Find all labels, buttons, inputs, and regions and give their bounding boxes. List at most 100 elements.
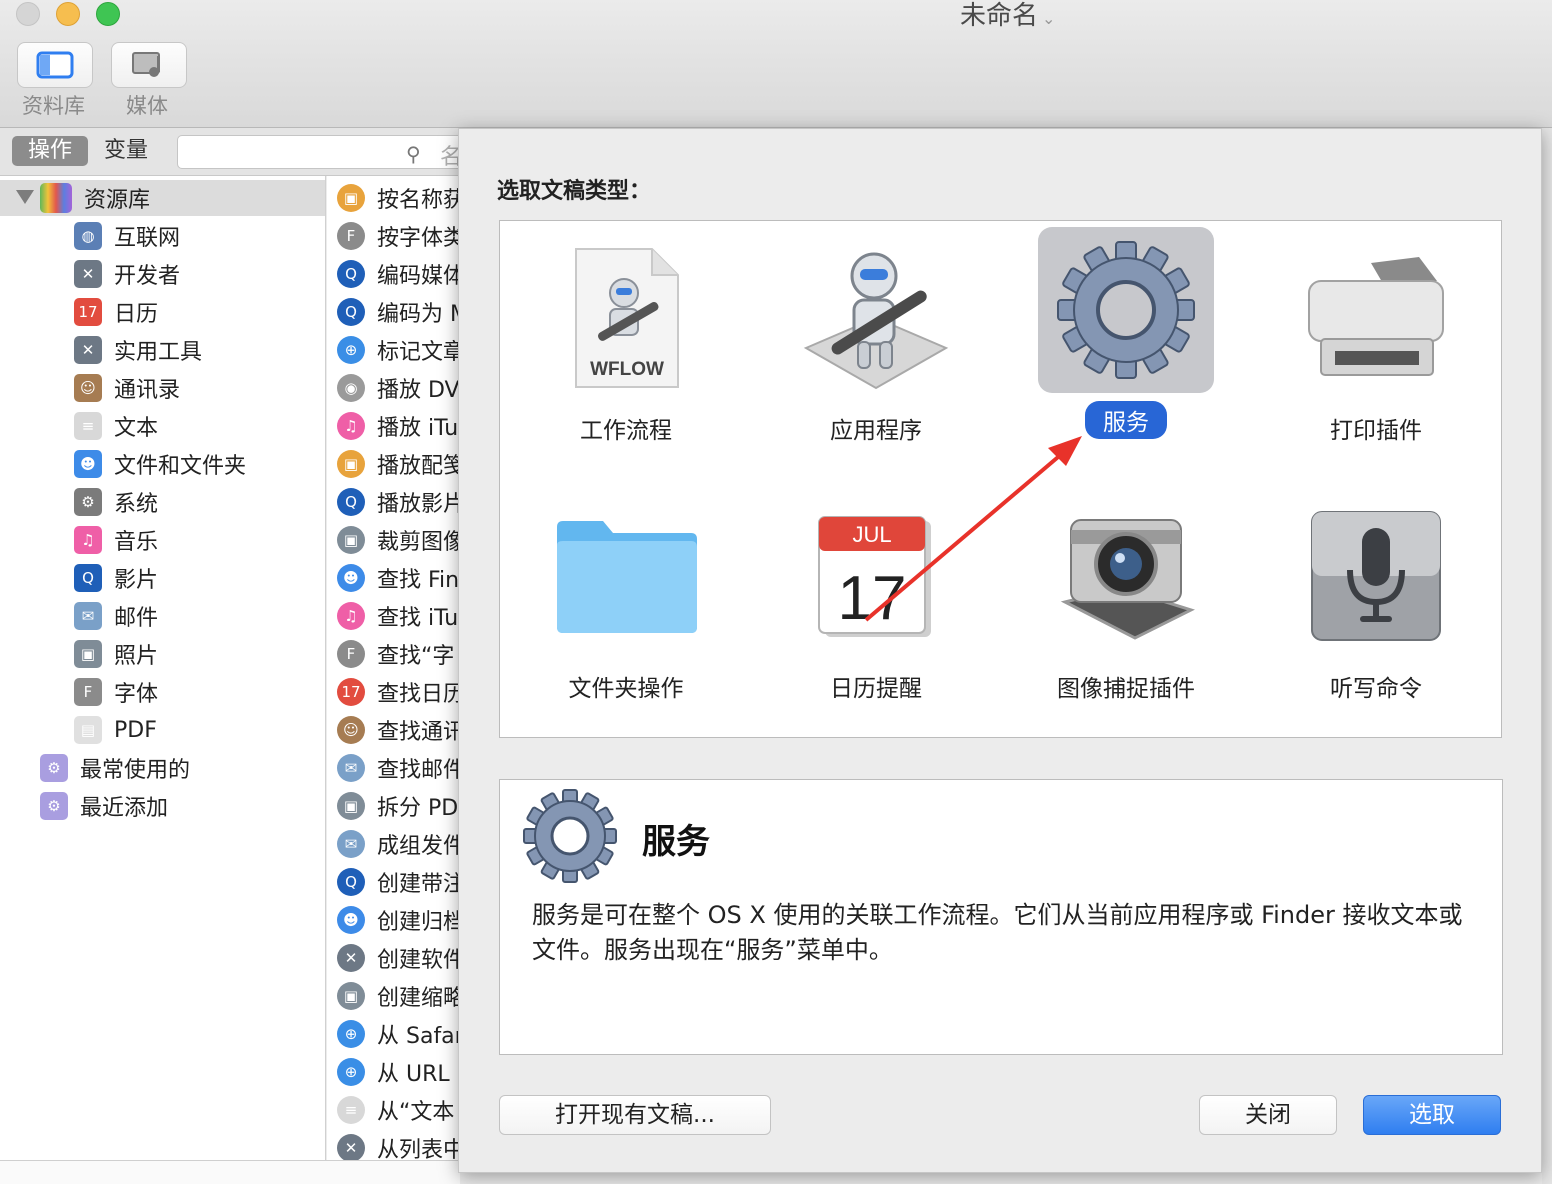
action-item-label: 查找 iTu <box>377 606 459 631</box>
action-item[interactable]: ▣ 播放配笺 <box>337 445 460 483</box>
window-titlebar: 未命名 ⌄ 资料库 媒体 <box>0 0 1552 128</box>
library-item[interactable]: ♫ 音乐 <box>74 521 158 559</box>
mail-icon: ✉ <box>337 754 365 782</box>
type-calendar-alarm[interactable]: JUL 17 日历提醒 <box>786 493 966 705</box>
type-label: 打印插件 <box>1330 418 1422 444</box>
calendar-day-text: 17 <box>838 564 907 633</box>
action-item[interactable]: 17 查找日历 <box>337 673 460 711</box>
action-item[interactable]: ▣ 裁剪图像 <box>337 521 460 559</box>
action-item[interactable]: ♫ 播放 iTu <box>337 407 458 445</box>
action-item[interactable]: ▣ 按名称获 <box>337 179 460 217</box>
type-print-plugin[interactable]: 打印插件 <box>1286 235 1466 447</box>
close-button[interactable]: 关闭 <box>1199 1095 1337 1135</box>
action-item[interactable]: F 按字体类 <box>337 217 460 255</box>
action-item[interactable]: ✕ 从列表中 <box>337 1129 460 1160</box>
action-item[interactable]: Q 编码媒体 <box>337 255 460 293</box>
type-label: 文件夹操作 <box>568 676 684 702</box>
type-label: 图像捕捉插件 <box>1057 676 1195 702</box>
action-item-label: 查找“字 <box>377 644 455 669</box>
action-item[interactable]: ≡ 从“文本 <box>337 1091 454 1129</box>
action-item-label: 创建归档 <box>377 910 460 935</box>
photos-icon: ▣ <box>337 450 365 478</box>
window-minimize-button[interactable] <box>56 2 80 26</box>
window-close-button[interactable] <box>16 2 40 26</box>
action-item-label: 编码媒体 <box>377 264 460 289</box>
action-item[interactable]: Q 播放影片 <box>337 483 460 521</box>
library-item[interactable]: 17 日历 <box>74 293 158 331</box>
action-item[interactable]: ◉ 播放 DV <box>337 369 460 407</box>
search-icon: ⚲ <box>406 142 421 166</box>
action-item[interactable]: ☻ 查找 Fin <box>337 559 459 597</box>
safari-icon: ⊕ <box>337 1058 365 1086</box>
action-item[interactable]: ▣ 创建缩略 <box>337 977 460 1015</box>
quicktime-icon: Q <box>337 298 365 326</box>
action-item-label: 创建带注 <box>377 872 460 897</box>
type-workflow[interactable]: WFLOW 工作流程 <box>536 235 716 447</box>
action-item[interactable]: ☻ 创建归档 <box>337 901 460 939</box>
gear-icon <box>523 789 617 883</box>
type-image-capture-plugin[interactable]: 图像捕捉插件 <box>1036 493 1216 705</box>
choose-button[interactable]: 选取 <box>1363 1095 1501 1135</box>
calendar-month-text: JUL <box>852 522 891 547</box>
font-icon: F <box>74 678 102 706</box>
action-item[interactable]: ✉ 成组发件 <box>337 825 460 863</box>
quicktime-icon: Q <box>337 260 365 288</box>
search-input[interactable]: ⚲ 名 <box>177 135 467 170</box>
calendar-icon: 17 <box>337 678 365 706</box>
library-item[interactable]: ⚙ 系统 <box>74 483 158 521</box>
action-item-label: 播放 DV <box>377 378 460 403</box>
action-item[interactable]: ☺ 查找通讯 <box>337 711 460 749</box>
action-item[interactable]: ✉ 查找邮件 <box>337 749 460 787</box>
library-item-label: 音乐 <box>114 530 159 555</box>
gear-icon: ⚙ <box>74 488 102 516</box>
action-item[interactable]: ✕ 创建软件 <box>337 939 460 977</box>
library-toggle-button[interactable] <box>17 42 93 88</box>
window-zoom-button[interactable] <box>96 2 120 26</box>
smart-group-label: 最常使用的 <box>80 758 191 783</box>
library-item[interactable]: ◍ 互联网 <box>74 217 180 255</box>
smart-group-item[interactable]: ⚙ 最常使用的 <box>40 749 190 787</box>
mail-icon: ✉ <box>74 602 102 630</box>
library-item[interactable]: F 字体 <box>74 673 158 711</box>
library-item-label: 文件和文件夹 <box>114 454 247 479</box>
library-item[interactable]: Q 影片 <box>74 559 158 597</box>
library-item[interactable]: ▤ PDF <box>74 711 157 749</box>
action-item[interactable]: ♫ 查找 iTu <box>337 597 458 635</box>
globe-icon: ◍ <box>74 222 102 250</box>
type-application[interactable]: 应用程序 <box>786 235 966 447</box>
quicktime-icon: Q <box>337 488 365 516</box>
library-item[interactable]: ✕ 实用工具 <box>74 331 202 369</box>
library-item[interactable]: ▣ 照片 <box>74 635 158 673</box>
library-root-row[interactable]: 资源库 <box>0 180 325 216</box>
action-item[interactable]: Q 编码为 M <box>337 293 460 331</box>
library-item-label: 字体 <box>114 682 159 707</box>
type-service[interactable]: 服务 <box>1036 227 1216 439</box>
library-item[interactable]: ✕ 开发者 <box>74 255 180 293</box>
tab-actions[interactable]: 操作 <box>12 136 88 166</box>
smart-folder-icon: ⚙ <box>40 792 68 820</box>
library-item[interactable]: ☻ 文件和文件夹 <box>74 445 246 483</box>
safari-icon: ⊕ <box>337 336 365 364</box>
library-item[interactable]: ✉ 邮件 <box>74 597 158 635</box>
action-item[interactable]: ▣ 拆分 PD <box>337 787 458 825</box>
action-item[interactable]: ⊕ 标记文章 <box>337 331 460 369</box>
action-item[interactable]: Q 创建带注 <box>337 863 460 901</box>
window-title[interactable]: 未命名 ⌄ <box>960 0 1055 35</box>
library-item[interactable]: ☺ 通讯录 <box>74 369 180 407</box>
type-folder-action[interactable]: 文件夹操作 <box>536 493 716 705</box>
tools-icon: ✕ <box>74 336 102 364</box>
library-item-label: 互联网 <box>114 226 181 251</box>
disclosure-triangle-icon[interactable] <box>16 190 34 204</box>
tab-variables[interactable]: 变量 <box>104 136 164 166</box>
action-item[interactable]: ⊕ 从 URL <box>337 1053 450 1091</box>
action-item-label: 裁剪图像 <box>377 530 460 555</box>
action-item[interactable]: F 查找“字 <box>337 635 454 673</box>
smart-group-item[interactable]: ⚙ 最近添加 <box>40 787 168 825</box>
type-dictation-command[interactable]: 听写命令 <box>1286 493 1466 705</box>
open-existing-document-button[interactable]: 打开现有文稿... <box>499 1095 771 1135</box>
media-browser-button[interactable] <box>111 42 187 88</box>
media-label: 媒体 <box>126 94 168 118</box>
action-item[interactable]: ⊕ 从 Safar <box>337 1015 460 1053</box>
library-item[interactable]: ≡ 文本 <box>74 407 158 445</box>
library-item-label: 开发者 <box>114 264 181 289</box>
